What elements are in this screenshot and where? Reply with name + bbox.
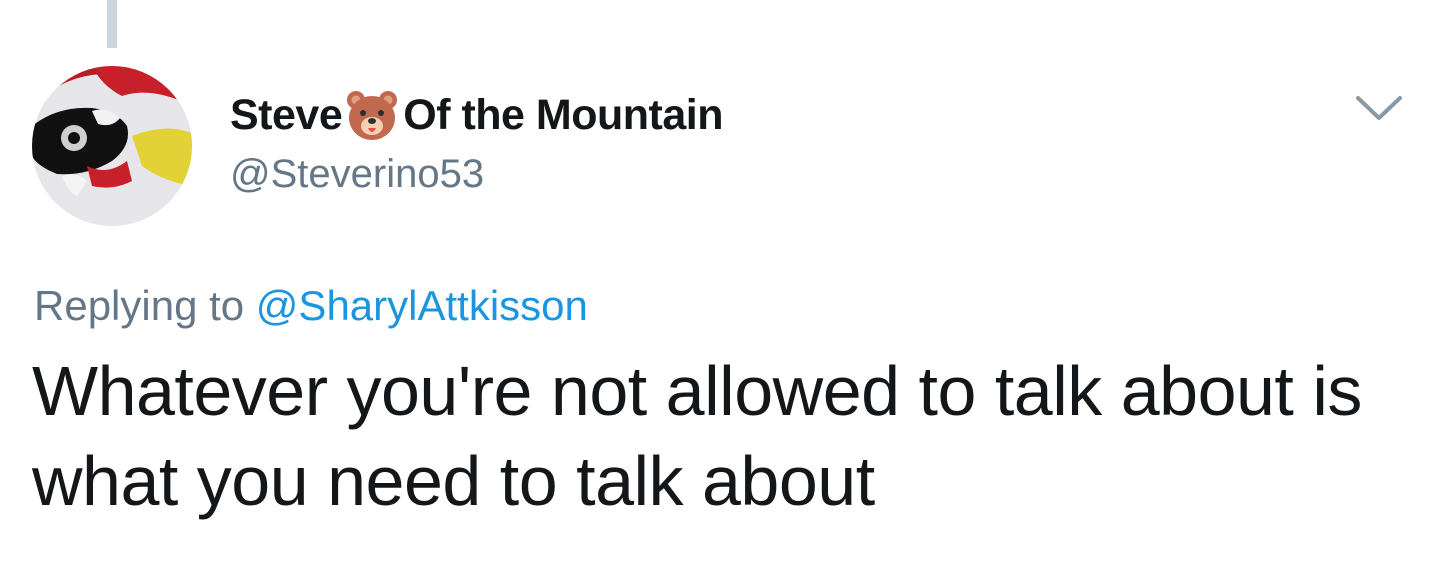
replying-to-line: Replying to @SharylAttkisson [34, 282, 588, 330]
chevron-down-icon[interactable] [1352, 86, 1406, 126]
tweet-text: Whatever you're not allowed to talk abou… [32, 352, 1362, 520]
reply-mention-link[interactable]: @SharylAttkisson [256, 282, 588, 329]
author-handle[interactable]: @Steverino53 [230, 152, 484, 197]
bear-face-icon [343, 86, 401, 144]
display-name-first: Steve [230, 90, 343, 139]
display-name-rest: Of the Mountain [403, 90, 723, 139]
author-display-name[interactable]: Steve Of the Mountain [230, 88, 723, 142]
avatar[interactable] [32, 66, 192, 226]
avatar-image [32, 66, 192, 226]
thread-connector-line [107, 0, 117, 48]
replying-to-label: Replying to [34, 282, 245, 329]
